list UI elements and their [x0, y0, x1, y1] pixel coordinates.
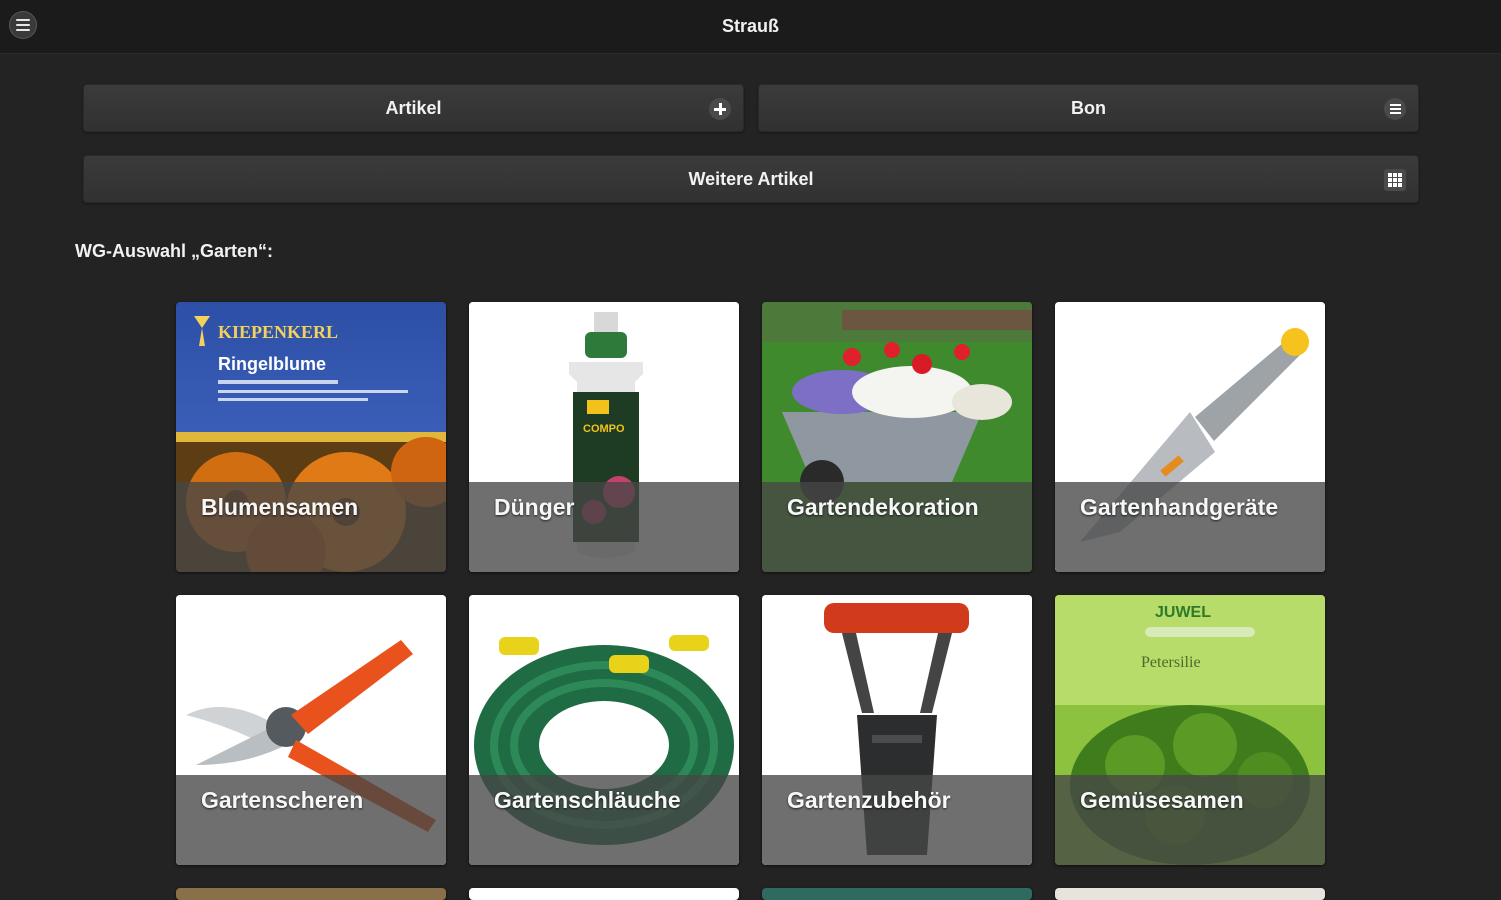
category-tile-gartenzubehoer[interactable]: Gartenzubehör: [762, 595, 1032, 865]
tile-caption: Gartenzubehör: [762, 775, 1032, 865]
fertilizer-brand-text: COMPO: [583, 423, 625, 435]
category-tile-gartendekoration[interactable]: Gartendekoration: [762, 302, 1032, 572]
category-tile-row3-1[interactable]: [176, 888, 446, 900]
grid-icon: [1384, 169, 1406, 191]
page-title: Strauß: [721, 16, 779, 36]
category-tile-row3-3[interactable]: [762, 888, 1032, 900]
list-icon: [1384, 98, 1406, 120]
category-tile-gartenschlaeuche[interactable]: Gartenschläuche: [469, 595, 739, 865]
tile-caption: Gartenscheren: [176, 775, 446, 865]
category-tile-row3-2[interactable]: [469, 888, 739, 900]
weitere-artikel-button[interactable]: Weitere Artikel: [83, 155, 1419, 203]
plus-icon: [709, 98, 731, 120]
category-tile-row3-4[interactable]: [1055, 888, 1325, 900]
category-tile-duenger[interactable]: COMPO Dünger: [469, 302, 739, 572]
tile-label: Gartenzubehör: [787, 787, 951, 813]
weitere-artikel-button-label: Weitere Artikel: [688, 168, 814, 189]
artikel-button-label: Artikel: [385, 97, 442, 118]
tile-label: Gartenhandgeräte: [1080, 494, 1279, 520]
tile-label: Gartenschläuche: [494, 787, 681, 813]
veg-name-text: Petersilie: [1141, 654, 1201, 671]
section-label: WG-Auswahl „Garten“:: [75, 241, 274, 261]
seed-brand-text: KIEPENKERL: [218, 322, 338, 342]
tile-label: Blumensamen: [201, 494, 359, 520]
tile-caption: Gartenschläuche: [469, 775, 739, 865]
veg-brand-text: JUWEL: [1155, 604, 1211, 621]
artikel-button[interactable]: Artikel: [83, 84, 744, 132]
category-tile-blumensamen[interactable]: KIEPENKERL Ringelblume Blumensamen: [176, 302, 446, 572]
bon-button[interactable]: Bon: [758, 84, 1419, 132]
tile-label: Gemüsesamen: [1080, 787, 1244, 813]
tile-label: Gartenscheren: [201, 787, 364, 813]
category-tile-gartenscheren[interactable]: Gartenscheren: [176, 595, 446, 865]
category-tile-gemuesesamen[interactable]: JUWEL Petersilie Gemüsesamen: [1055, 595, 1325, 865]
seed-name-text: Ringelblume: [218, 354, 326, 374]
tile-caption: Gemüsesamen: [1055, 775, 1325, 865]
tile-caption: Dünger: [469, 482, 739, 572]
tile-label: Gartendekoration: [787, 494, 979, 520]
category-tile-gartenhandgeraete[interactable]: Gartenhandgeräte: [1055, 302, 1325, 572]
tile-caption: Gartenhandgeräte: [1055, 482, 1325, 572]
tile-caption: Gartendekoration: [762, 482, 1032, 572]
tile-caption: Blumensamen: [176, 482, 446, 572]
top-bar: Strauß: [0, 0, 1501, 54]
tile-label: Dünger: [494, 494, 575, 520]
bon-button-label: Bon: [1071, 97, 1106, 118]
